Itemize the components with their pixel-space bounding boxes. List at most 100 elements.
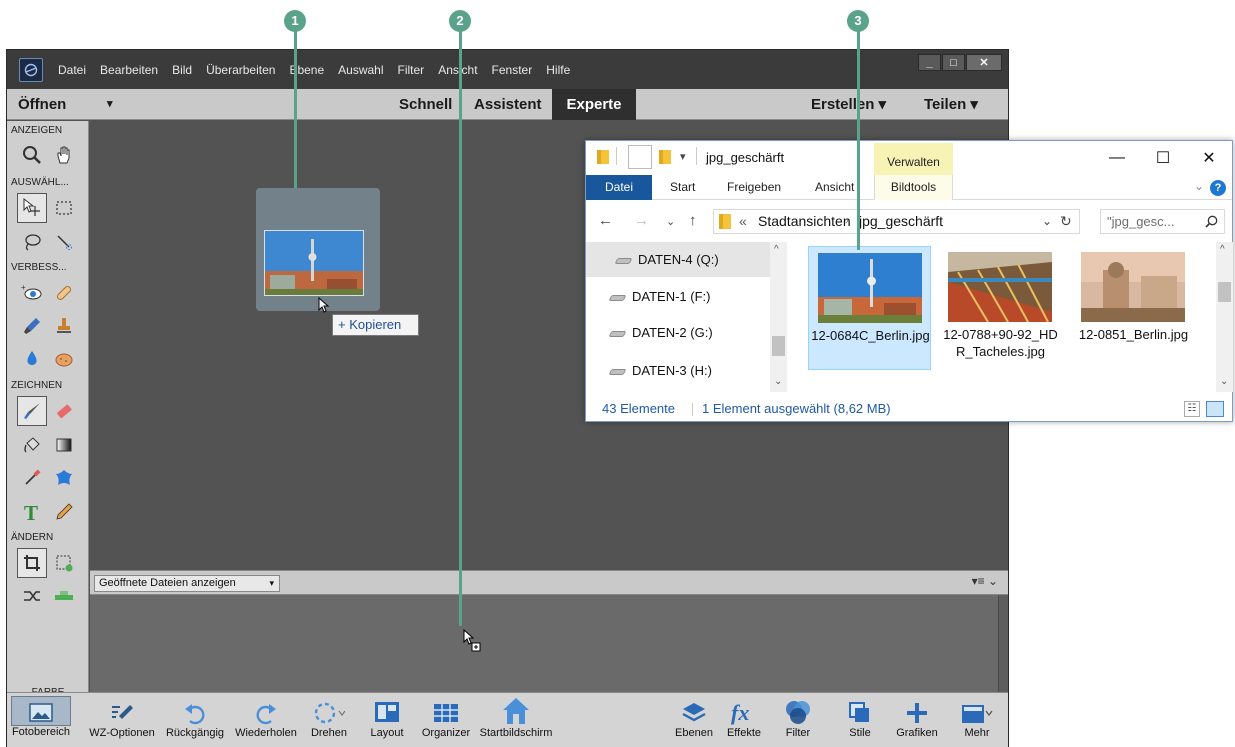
address-dropdown-chevron-icon[interactable]: ⌄ [1042, 210, 1052, 233]
breadcrumb-jpg-geschaerft[interactable]: jpg_geschärft [859, 210, 943, 233]
open-button[interactable]: Öffnen [18, 89, 66, 120]
rotate-button[interactable]: Drehen [303, 693, 355, 747]
scroll-up-icon[interactable]: ^ [774, 244, 779, 255]
graphics-button[interactable]: Grafiken [887, 693, 947, 747]
ribbon-expand-chevron-icon[interactable]: ⌄ [1194, 179, 1204, 193]
type-tool-icon[interactable]: T [17, 497, 47, 527]
verwalten-context-tab[interactable]: Verwalten [874, 143, 953, 175]
menu-ueberarbeiten[interactable]: Überarbeiten [199, 63, 282, 77]
refresh-icon[interactable]: ↻ [1060, 210, 1072, 233]
photo-bin[interactable] [90, 595, 1008, 692]
menu-hilfe[interactable]: Hilfe [539, 63, 577, 77]
paint-bucket-tool-icon[interactable] [17, 430, 47, 460]
smart-brush-tool-icon[interactable] [17, 311, 47, 341]
menu-fenster[interactable]: Fenster [485, 63, 540, 77]
gradient-tool-icon[interactable] [49, 430, 79, 460]
ribbon-tab-freigeben[interactable]: Freigeben [727, 175, 781, 200]
straighten-tool-icon[interactable] [49, 581, 79, 611]
marquee-tool-icon[interactable] [49, 193, 79, 223]
quick-selection-tool-icon[interactable] [49, 227, 79, 257]
red-eye-tool-icon[interactable]: + [17, 278, 47, 308]
filter-button[interactable]: Filter [773, 693, 823, 747]
layers-button[interactable]: Ebenen [669, 693, 719, 747]
home-screen-button[interactable]: Startbildschirm [476, 693, 556, 747]
open-dropdown-icon[interactable]: ▾ [107, 89, 113, 120]
fotobereich-button[interactable]: Fotobereich [7, 693, 75, 747]
menu-bild[interactable]: Bild [165, 63, 199, 77]
photo-bin-scrollbar[interactable] [998, 595, 1008, 692]
scroll-down-icon[interactable]: ⌄ [774, 376, 782, 387]
navigation-scrollbar[interactable]: ^ ⌄ [770, 242, 787, 392]
tab-schnell[interactable]: Schnell [399, 89, 452, 120]
search-input[interactable]: "jpg_gesc... [1100, 209, 1225, 234]
zoom-tool-icon[interactable] [17, 140, 47, 170]
quick-access-dropdown-icon[interactable]: ▾ [680, 150, 686, 163]
hand-tool-icon[interactable] [49, 140, 79, 170]
menu-auswahl[interactable]: Auswahl [331, 63, 390, 77]
layout-button[interactable]: Layout [362, 693, 412, 747]
scroll-up-icon[interactable]: ^ [1220, 244, 1225, 255]
healing-brush-tool-icon[interactable] [49, 278, 79, 308]
eyedropper-tool-icon[interactable] [17, 463, 47, 493]
up-arrow-icon[interactable]: ↑ [689, 212, 697, 229]
ribbon-tab-bildtools[interactable]: Bildtools [874, 175, 953, 200]
ribbon-tab-start[interactable]: Start [670, 175, 695, 200]
menu-bearbeiten[interactable]: Bearbeiten [93, 63, 165, 77]
details-view-icon[interactable]: ☷ [1184, 401, 1200, 417]
organizer-button[interactable]: Organizer [417, 693, 475, 747]
pencil-tool-icon[interactable] [49, 497, 79, 527]
content-aware-move-tool-icon[interactable] [17, 581, 47, 611]
custom-shape-tool-icon[interactable] [49, 463, 79, 493]
tab-assistent[interactable]: Assistent [474, 89, 542, 120]
breadcrumb-stadtansichten[interactable]: Stadtansichten [758, 210, 851, 233]
wz-optionen-button[interactable]: WZ-Optionen [83, 693, 161, 747]
menu-filter[interactable]: Filter [391, 63, 432, 77]
ribbon-tab-datei[interactable]: Datei [586, 175, 652, 200]
sponge-tool-icon[interactable] [49, 344, 79, 374]
menu-ebene[interactable]: Ebene [282, 63, 331, 77]
app-logo-icon[interactable] [19, 57, 43, 82]
brush-tool-icon[interactable] [17, 396, 47, 426]
file-item-berlin-2[interactable]: 12-0851_Berlin.jpg [1072, 246, 1195, 370]
eraser-tool-icon[interactable] [49, 396, 79, 426]
scroll-down-icon[interactable]: ⌄ [1220, 376, 1228, 387]
clone-stamp-tool-icon[interactable] [49, 311, 79, 341]
undo-button[interactable]: Rückgängig [161, 693, 229, 747]
bin-view-select[interactable]: Geöffnete Dateien anzeigen ▾ [94, 575, 280, 592]
nav-item-daten-3[interactable]: DATEN-3 (H:) [586, 353, 771, 388]
menu-datei[interactable]: Datei [51, 63, 93, 77]
menu-ansicht[interactable]: Ansicht [431, 63, 484, 77]
lasso-tool-icon[interactable] [17, 227, 47, 257]
recent-locations-chevron-icon[interactable]: ⌄ [666, 215, 675, 228]
file-item-tacheles[interactable]: 12-0788+90-92_HDR_Tacheles.jpg [939, 246, 1062, 370]
explorer-minimize-button[interactable]: — [1094, 141, 1140, 175]
create-menu-button[interactable]: Erstellen ▾ [811, 89, 886, 120]
navigation-scrollbar-thumb[interactable] [772, 336, 785, 356]
nav-item-daten-1[interactable]: DATEN-1 (F:) [586, 279, 771, 314]
minimize-button[interactable]: _ [918, 54, 941, 71]
file-list-scrollbar-thumb[interactable] [1218, 282, 1231, 302]
back-arrow-icon[interactable]: ← [598, 212, 613, 229]
explorer-close-button[interactable]: ✕ [1186, 141, 1232, 175]
redo-button[interactable]: Wiederholen [230, 693, 302, 747]
recompose-tool-icon[interactable] [49, 548, 79, 578]
explorer-maximize-button[interactable]: ☐ [1140, 141, 1186, 175]
bin-options-icon[interactable]: ▾≡ ⌄ [972, 574, 998, 588]
maximize-button[interactable]: □ [942, 54, 965, 71]
crop-tool-icon[interactable] [17, 548, 47, 578]
effects-button[interactable]: fx Effekte [719, 693, 769, 747]
share-menu-button[interactable]: Teilen ▾ [924, 89, 978, 120]
help-icon[interactable]: ? [1210, 180, 1226, 196]
nav-item-daten-4[interactable]: DATEN-4 (Q:) [586, 242, 771, 277]
file-item-berlin[interactable]: 12-0684C_Berlin.jpg [808, 246, 931, 370]
styles-button[interactable]: Stile [835, 693, 885, 747]
address-bar[interactable]: « Stadtansichten › jpg_geschärft ⌄ ↻ [713, 209, 1080, 234]
new-folder-icon[interactable] [658, 149, 672, 170]
large-icons-view-icon[interactable] [1206, 401, 1224, 417]
tab-experte[interactable]: Experte [552, 89, 636, 120]
quick-access-properties-icon[interactable] [628, 145, 652, 169]
blur-tool-icon[interactable] [17, 344, 47, 374]
breadcrumb-overflow[interactable]: « [739, 210, 747, 233]
forward-arrow-icon[interactable]: → [634, 212, 649, 229]
file-list-scrollbar[interactable]: ^ ⌄ [1216, 242, 1233, 392]
